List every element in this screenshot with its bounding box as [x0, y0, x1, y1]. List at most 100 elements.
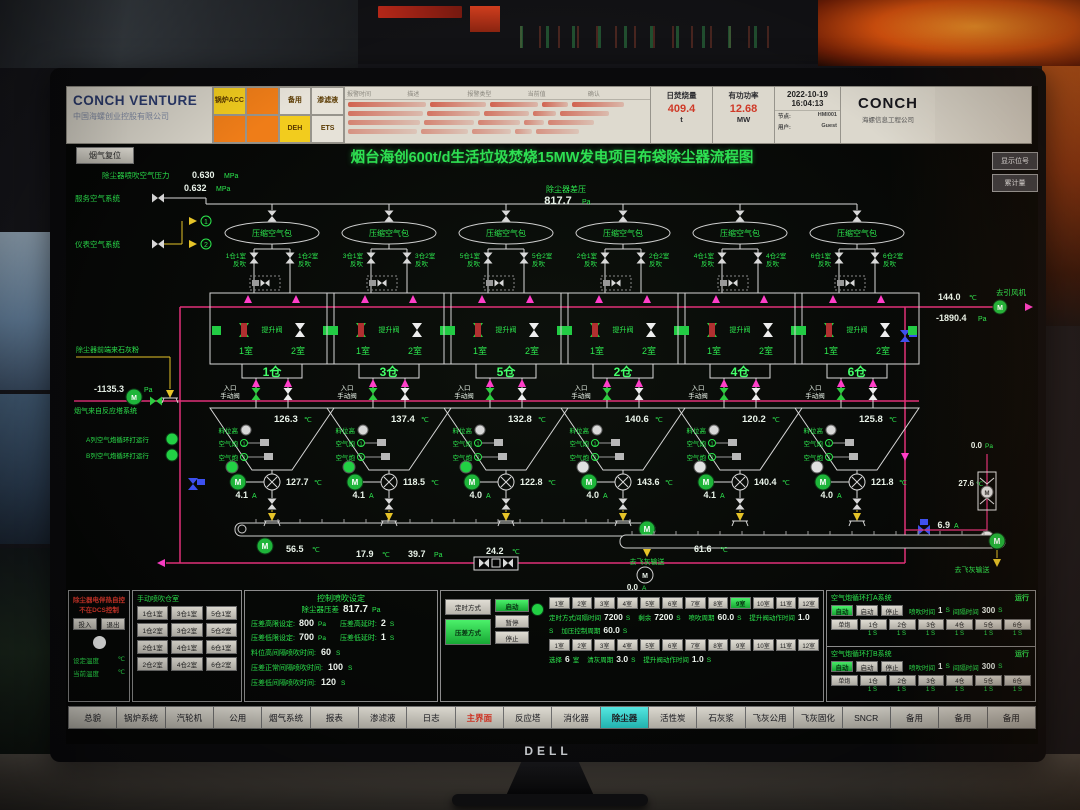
valve-icon[interactable] — [619, 211, 628, 222]
heater-off-button[interactable]: 退出 — [101, 618, 125, 630]
backblow-valve-icon[interactable] — [250, 253, 259, 264]
room-button-3室[interactable]: 3室 — [594, 597, 615, 609]
inlet-valve-icon[interactable] — [635, 388, 644, 400]
inlet-valve-icon[interactable] — [752, 388, 761, 400]
manual-blow-button-1仓1室[interactable]: 1仓1室 — [137, 606, 168, 620]
room-button-3室[interactable]: 3室 — [594, 639, 615, 651]
valve-icon[interactable] — [152, 194, 164, 203]
lift-valve-icon[interactable] — [295, 323, 305, 337]
room-button-10室[interactable]: 10室 — [753, 639, 774, 651]
room-button-12室[interactable]: 12室 — [798, 597, 819, 609]
manual-blow-button-4仓2室[interactable]: 4仓2室 — [171, 657, 202, 671]
room-button-4室[interactable]: 4室 — [617, 597, 638, 609]
lift-valve-icon[interactable] — [880, 323, 890, 337]
mode-button-压差方式[interactable]: 压差方式 — [445, 619, 491, 645]
tab-反应塔-9[interactable]: 反应塔 — [504, 706, 552, 729]
room-button-5室[interactable]: 5室 — [640, 597, 661, 609]
tab-日志-7[interactable]: 日志 — [407, 706, 455, 729]
valve-icon[interactable] — [502, 211, 511, 222]
inlet-valve-icon[interactable] — [837, 388, 846, 400]
purge-valve-icon[interactable] — [729, 280, 738, 287]
purge-valve-icon[interactable] — [495, 280, 504, 287]
room-button-9室[interactable]: 9室 — [730, 597, 751, 609]
valve-icon[interactable] — [188, 478, 198, 490]
discharge-valve-icon[interactable] — [502, 499, 511, 510]
valve-icon[interactable] — [150, 397, 162, 406]
setting-value[interactable]: 800 — [299, 618, 314, 628]
tab-报表-5[interactable]: 报表 — [311, 706, 359, 729]
lift-valve-icon[interactable] — [529, 323, 539, 337]
cannon-body[interactable] — [460, 461, 472, 473]
manual-blow-button-2仓2室[interactable]: 2仓2室 — [137, 657, 168, 671]
lift-valve-icon[interactable] — [412, 323, 422, 337]
setting-value[interactable]: 1 — [381, 632, 386, 642]
backblow-valve-icon[interactable] — [403, 253, 412, 264]
cannon-bin-button-1仓[interactable]: 1仓 — [860, 675, 887, 686]
tab-备用-19[interactable]: 备用 — [988, 706, 1036, 729]
room-button-8室[interactable]: 8室 — [708, 597, 729, 609]
valve-icon[interactable] — [385, 211, 394, 222]
manual-blow-button-2仓1室[interactable]: 2仓1室 — [137, 640, 168, 654]
setting-value[interactable]: 60 — [321, 647, 331, 657]
cannon-button-自动[interactable]: 自动 — [831, 605, 853, 616]
room-button-12室[interactable]: 12室 — [798, 639, 819, 651]
cannon-bin-button-6仓[interactable]: 6仓 — [1004, 619, 1031, 630]
room-button-2室[interactable]: 2室 — [572, 597, 593, 609]
tab-备用-17[interactable]: 备用 — [891, 706, 939, 729]
cannon-bin-button-3仓[interactable]: 3仓 — [918, 619, 945, 630]
backblow-valve-icon[interactable] — [286, 253, 295, 264]
inlet-valve-icon[interactable] — [518, 388, 527, 400]
cannon-button-自动[interactable]: 自动 — [831, 661, 853, 672]
backblow-valve-icon[interactable] — [718, 253, 727, 264]
backblow-valve-icon[interactable] — [484, 253, 493, 264]
valve-icon[interactable] — [152, 240, 164, 249]
room-button-7室[interactable]: 7室 — [685, 639, 706, 651]
lift-valve-icon[interactable] — [646, 323, 656, 337]
tab-除尘器-11[interactable]: 除尘器 — [601, 706, 649, 729]
cannon-button-停止[interactable]: 停止 — [881, 605, 903, 616]
manual-blow-button-6仓1室[interactable]: 6仓1室 — [206, 640, 237, 654]
manual-blow-button-5仓1室[interactable]: 5仓1室 — [206, 606, 237, 620]
tab-锅炉系统-1[interactable]: 锅炉系统 — [117, 706, 165, 729]
backblow-valve-icon[interactable] — [754, 253, 763, 264]
cannon-bin-button-1仓[interactable]: 1仓 — [860, 619, 887, 630]
room-button-11室[interactable]: 11室 — [776, 639, 797, 651]
tab-石灰浆-13[interactable]: 石灰浆 — [697, 706, 745, 729]
inlet-valve-icon[interactable] — [401, 388, 410, 400]
manual-blow-button-6仓2室[interactable]: 6仓2室 — [206, 657, 237, 671]
tab-飞灰固化-15[interactable]: 飞灰固化 — [794, 706, 842, 729]
cannon-bin-button-3仓[interactable]: 3仓 — [918, 675, 945, 686]
purge-valve-icon[interactable] — [261, 280, 270, 287]
room-button-1室[interactable]: 1室 — [549, 597, 570, 609]
cannon-bin-button-4仓[interactable]: 4仓 — [946, 675, 973, 686]
cannon-body[interactable] — [226, 461, 238, 473]
backblow-valve-icon[interactable] — [835, 253, 844, 264]
manual-blow-button-4仓1室[interactable]: 4仓1室 — [171, 640, 202, 654]
room-button-2室[interactable]: 2室 — [572, 639, 593, 651]
tab-备用-18[interactable]: 备用 — [939, 706, 987, 729]
lift-valve-icon[interactable] — [763, 323, 773, 337]
inlet-valve-icon[interactable] — [603, 388, 612, 400]
manual-blow-button-3仓1室[interactable]: 3仓1室 — [171, 606, 202, 620]
cannon-body[interactable] — [694, 461, 706, 473]
discharge-valve-icon[interactable] — [736, 499, 745, 510]
cannon-body[interactable] — [811, 461, 823, 473]
backblow-valve-icon[interactable] — [871, 253, 880, 264]
purge-valve-icon[interactable] — [612, 280, 621, 287]
cannon-body[interactable] — [577, 461, 589, 473]
backblow-valve-icon[interactable] — [601, 253, 610, 264]
screw-conveyor-2[interactable] — [620, 535, 1005, 548]
valve-icon[interactable] — [736, 211, 745, 222]
backblow-valve-icon[interactable] — [520, 253, 529, 264]
tab-总貌-0[interactable]: 总貌 — [68, 706, 117, 729]
valve-icon[interactable] — [853, 211, 862, 222]
manual-blow-button-1仓2室[interactable]: 1仓2室 — [137, 623, 168, 637]
setting-value[interactable]: 700 — [299, 632, 314, 642]
inlet-valve-icon[interactable] — [369, 388, 378, 400]
setting-value[interactable]: 100 — [328, 662, 343, 672]
cannon-button-停止[interactable]: 停止 — [881, 661, 903, 672]
command-button-启动[interactable]: 启动 — [495, 599, 529, 612]
command-button-停止[interactable]: 停止 — [495, 631, 529, 644]
room-button-5室[interactable]: 5室 — [640, 639, 661, 651]
heater-on-button[interactable]: 投入 — [73, 618, 97, 630]
